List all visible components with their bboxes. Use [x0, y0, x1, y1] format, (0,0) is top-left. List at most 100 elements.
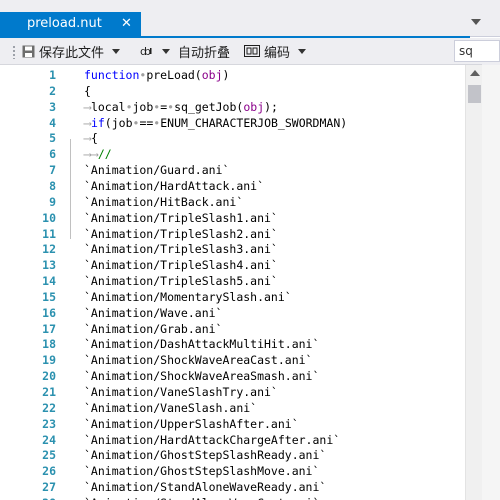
line-number: 4: [49, 115, 56, 130]
code-line[interactable]: 3 ⟶local•job•=•sq_getJob(obj);: [0, 99, 465, 115]
chevron-down-icon[interactable]: [112, 48, 121, 54]
line-code[interactable]: `Animation/TripleSlash2.ani`: [84, 226, 278, 242]
code-line[interactable]: 23 `Animation/UpperSlashAfter.ani`: [0, 416, 465, 432]
code-line[interactable]: 2{: [0, 83, 465, 99]
line-number: 12: [42, 242, 56, 257]
line-code[interactable]: `Animation/HitBack.ani`: [84, 194, 243, 210]
code-line[interactable]: 18 `Animation/DashAttackMultiHit.ani`: [0, 336, 465, 352]
chevron-down-icon[interactable]: [298, 48, 307, 54]
line-number: 14: [42, 274, 56, 289]
code-line[interactable]: 13 `Animation/TripleSlash4.ani`: [0, 257, 465, 273]
svg-text:ȸ: ȸ: [140, 45, 151, 58]
line-code[interactable]: `Animation/StandAloneWaveCast.ani`: [84, 495, 319, 500]
line-code[interactable]: `Animation/DashAttackMultiHit.ani`: [84, 336, 319, 352]
code-line[interactable]: 9 `Animation/HitBack.ani`: [0, 194, 465, 210]
line-code[interactable]: `Animation/MomentarySlash.ani`: [84, 289, 292, 305]
line-code[interactable]: `Animation/TripleSlash4.ani`: [84, 257, 278, 273]
line-code[interactable]: `Animation/HardAttackChargeAfter.ani`: [84, 432, 340, 448]
line-code[interactable]: ⟶if(job•==•ENUM_CHARACTERJOB_SWORDMAN): [84, 115, 347, 131]
line-number: 26: [42, 464, 56, 479]
code-line[interactable]: 24 `Animation/HardAttackChargeAfter.ani`: [0, 432, 465, 448]
line-code[interactable]: {: [84, 83, 91, 99]
code-line[interactable]: 11 `Animation/TripleSlash2.ani`: [0, 226, 465, 242]
line-number: 20: [42, 369, 56, 384]
line-number: 9: [49, 194, 56, 209]
line-number: 2: [49, 83, 56, 98]
line-number: 19: [42, 353, 56, 368]
code-line[interactable]: 28 `Animation/StandAloneWaveCast.ani`: [0, 495, 465, 500]
right-panel: [482, 65, 500, 500]
editor-toolbar: 保存此文件 ȸ 自动折叠 编码: [0, 38, 500, 65]
code-line[interactable]: 26 `Animation/GhostStepSlashMove.ani`: [0, 463, 465, 479]
scrollbar-thumb[interactable]: [468, 85, 481, 103]
line-number: 11: [42, 226, 56, 241]
code-line[interactable]: 20 `Animation/ShockWaveAreaSmash.ani`: [0, 368, 465, 384]
line-code[interactable]: `Animation/ShockWaveAreaSmash.ani`: [84, 368, 319, 384]
auto-fold-button[interactable]: ȸ 自动折叠: [140, 40, 230, 62]
line-code[interactable]: `Animation/HardAttack.ani`: [84, 178, 264, 194]
line-code[interactable]: `Animation/GhostStepSlashReady.ani`: [84, 447, 326, 463]
search-input[interactable]: sq: [454, 40, 500, 62]
encoding-label: 编码: [264, 45, 291, 61]
line-number: 10: [42, 210, 56, 225]
code-line[interactable]: 19 `Animation/ShockWaveAreaCast.ani`: [0, 352, 465, 368]
code-line[interactable]: 25 `Animation/GhostStepSlashReady.ani`: [0, 447, 465, 463]
tab-preload-nut[interactable]: preload.nut ✕: [0, 12, 141, 36]
code-line[interactable]: 14 `Animation/TripleSlash5.ani`: [0, 273, 465, 289]
line-code[interactable]: ⟶⟶//: [84, 146, 112, 162]
code-line[interactable]: 21 `Animation/VaneSlashTry.ani`: [0, 384, 465, 400]
line-number: 24: [42, 432, 56, 447]
code-line[interactable]: 22 `Animation/VaneSlash.ani`: [0, 400, 465, 416]
line-number: 1: [49, 68, 56, 82]
code-line[interactable]: 17 `Animation/Grab.ani`: [0, 321, 465, 337]
line-number: 16: [42, 305, 56, 320]
tab-title: preload.nut: [27, 16, 102, 31]
line-code[interactable]: ⟶local•job•=•sq_getJob(obj);: [84, 99, 278, 115]
line-code[interactable]: `Animation/Guard.ani`: [84, 162, 229, 178]
code-line[interactable]: 5 ⟶{: [0, 130, 465, 146]
vertical-scrollbar[interactable]: [465, 65, 483, 500]
line-number: 23: [42, 416, 56, 431]
line-code[interactable]: `Animation/TripleSlash1.ani`: [84, 210, 278, 226]
line-number: 25: [42, 448, 56, 463]
code-line[interactable]: 15 `Animation/MomentarySlash.ani`: [0, 289, 465, 305]
code-editor[interactable]: 1 function•preLoad(obj) 2{3 ⟶local•job•=•sq…: [0, 65, 465, 500]
close-icon[interactable]: ✕: [121, 16, 132, 31]
line-code[interactable]: `Animation/Grab.ani`: [84, 321, 222, 337]
line-code[interactable]: `Animation/GhostStepSlashMove.ani`: [84, 463, 319, 479]
line-number: 13: [42, 258, 56, 273]
line-code[interactable]: `Animation/Wave.ani`: [84, 305, 222, 321]
line-code[interactable]: ⟶{: [84, 130, 98, 146]
save-icon: [22, 45, 35, 57]
line-code[interactable]: `Animation/TripleSlash3.ani`: [84, 241, 278, 257]
line-number: 7: [49, 163, 56, 178]
code-line[interactable]: 1 function•preLoad(obj): [0, 67, 465, 83]
toolbar-grip[interactable]: [12, 45, 16, 59]
code-line[interactable]: 6 ⟶⟶//: [0, 146, 465, 162]
line-number: 3: [49, 99, 56, 114]
encoding-button[interactable]: 编码: [244, 40, 307, 62]
line-code[interactable]: `Animation/VaneSlash.ani`: [84, 400, 257, 416]
code-line[interactable]: 16 `Animation/Wave.ani`: [0, 305, 465, 321]
code-line[interactable]: 27 `Animation/StandAloneWaveReady.ani`: [0, 479, 465, 495]
line-number: 18: [42, 337, 56, 352]
line-code[interactable]: `Animation/VaneSlashTry.ani`: [84, 384, 278, 400]
scroll-up-icon[interactable]: [470, 70, 480, 76]
line-number: 22: [42, 400, 56, 415]
save-file-button[interactable]: 保存此文件: [22, 40, 121, 62]
code-line[interactable]: 8 `Animation/HardAttack.ani`: [0, 178, 465, 194]
line-code[interactable]: `Animation/StandAloneWaveReady.ani`: [84, 479, 326, 495]
line-code[interactable]: `Animation/TripleSlash5.ani`: [84, 273, 278, 289]
encoding-icon: [244, 45, 260, 57]
code-line[interactable]: 7 `Animation/Guard.ani`: [0, 162, 465, 178]
line-code[interactable]: `Animation/ShockWaveAreaCast.ani`: [84, 352, 312, 368]
line-number: 21: [42, 385, 56, 399]
code-line[interactable]: 12 `Animation/TripleSlash3.ani`: [0, 241, 465, 257]
tab-list-dropdown-icon[interactable]: [471, 19, 481, 25]
line-code[interactable]: function•preLoad(obj): [84, 67, 229, 83]
code-line[interactable]: 10 `Animation/TripleSlash1.ani`: [0, 210, 465, 226]
line-code[interactable]: `Animation/UpperSlashAfter.ani`: [84, 416, 299, 432]
chevron-down-icon[interactable]: [162, 48, 170, 54]
save-file-label: 保存此文件: [39, 45, 105, 61]
code-line[interactable]: 4 ⟶if(job•==•ENUM_CHARACTERJOB_SWORDMAN): [0, 115, 465, 131]
